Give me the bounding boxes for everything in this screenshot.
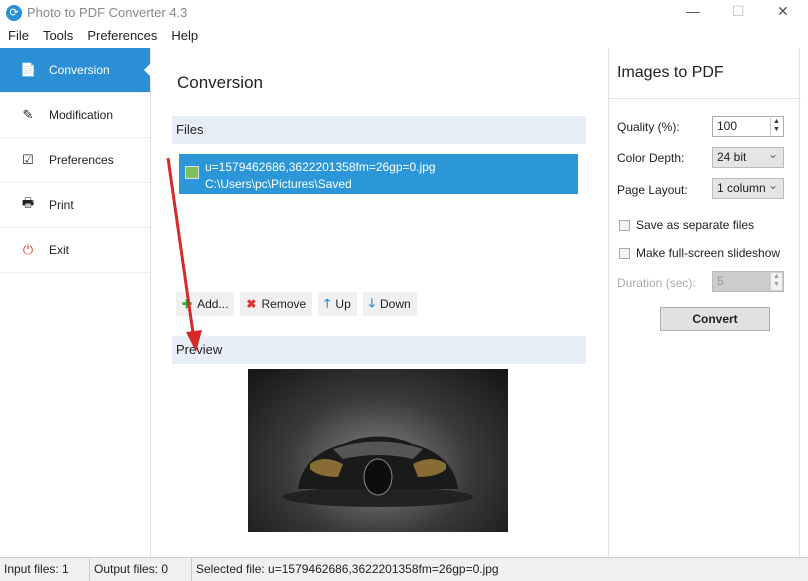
arrow-down-icon: 🡓 <box>369 294 375 315</box>
remove-button[interactable]: ✖ Remove <box>240 292 312 316</box>
title-bar: ⟳ Photo to PDF Converter 4.3 — ☐ ✕ <box>0 0 808 26</box>
app-logo-icon: ⟳ <box>6 5 22 21</box>
menu-preferences[interactable]: Preferences <box>87 26 157 48</box>
checkbox-icon <box>619 248 630 259</box>
spin-arrows-icon[interactable]: ▲▼ <box>770 273 782 290</box>
conversion-panel: Conversion Files u=1579462686,3622201358… <box>152 48 600 557</box>
add-button[interactable]: ✚ Add... <box>176 292 234 316</box>
output-files-count: Output files: 0 <box>90 558 192 581</box>
document-icon: 📄 <box>20 62 36 78</box>
file-name: u=1579462686,3622201358fm=26gp=0.jpg <box>205 160 436 174</box>
up-button[interactable]: 🡑 Up <box>318 292 357 316</box>
status-bar: Input files: 1 Output files: 0 Selected … <box>0 557 808 581</box>
image-thumbnail-icon <box>185 166 199 179</box>
input-files-count: Input files: 1 <box>0 558 90 581</box>
duration-label: Duration (sec): <box>617 276 696 290</box>
car-image <box>248 369 508 532</box>
file-toolbar: ✚ Add... ✖ Remove 🡑 Up 🡓 Down <box>176 292 417 316</box>
preview-header: Preview <box>172 336 586 364</box>
save-separate-label: Save as separate files <box>636 218 754 232</box>
divider <box>609 98 801 99</box>
color-depth-label: Color Depth: <box>617 151 684 165</box>
remove-icon: ✖ <box>246 297 256 311</box>
sidebar-item-exit[interactable]: ⏻ Exit <box>0 228 150 273</box>
convert-button[interactable]: Convert <box>660 307 770 331</box>
power-icon: ⏻ <box>20 242 36 258</box>
slideshow-label: Make full-screen slideshow <box>636 246 780 260</box>
spin-arrows-icon[interactable]: ▲▼ <box>770 118 782 135</box>
close-button[interactable]: ✕ <box>777 3 789 20</box>
sidebar-item-label: Print <box>49 198 74 212</box>
checkbox-icon <box>619 220 630 231</box>
sidebar-item-label: Exit <box>49 243 69 257</box>
files-header: Files <box>172 116 586 144</box>
file-list-item[interactable]: u=1579462686,3622201358fm=26gp=0.jpg C:\… <box>179 154 578 194</box>
sidebar-item-modification[interactable]: ✎ Modification <box>0 93 150 138</box>
page-layout-select[interactable]: 1 column <box>712 178 784 199</box>
menu-bar: File Tools Preferences Help <box>0 26 808 48</box>
selected-file: Selected file: u=1579462686,3622201358fm… <box>192 558 503 581</box>
save-separate-checkbox[interactable]: Save as separate files <box>619 218 754 232</box>
sidebar-item-print[interactable]: 🖶 Print <box>0 183 150 228</box>
options-panel: Images to PDF Quality (%): 100 ▲▼ Color D… <box>608 48 800 557</box>
checklist-icon: ☑ <box>20 152 36 168</box>
preview-image <box>248 369 508 532</box>
sidebar-item-preferences[interactable]: ☑ Preferences <box>0 138 150 183</box>
remove-label: Remove <box>261 297 306 311</box>
panel-title: Images to PDF <box>617 64 724 82</box>
quality-value: 100 <box>717 119 737 133</box>
up-label: Up <box>335 297 350 311</box>
sidebar-item-conversion[interactable]: 📄 Conversion <box>0 48 150 93</box>
quality-label: Quality (%): <box>617 120 680 134</box>
duration-stepper[interactable]: 5 ▲▼ <box>712 271 784 292</box>
color-depth-select[interactable]: 24 bit <box>712 147 784 168</box>
plus-icon: ✚ <box>182 297 192 311</box>
window-title: Photo to PDF Converter 4.3 <box>27 5 187 20</box>
add-label: Add... <box>197 297 228 311</box>
menu-help[interactable]: Help <box>171 26 198 48</box>
down-label: Down <box>380 297 411 311</box>
sidebar-item-label: Preferences <box>49 153 114 167</box>
printer-icon: 🖶 <box>20 194 36 216</box>
menu-file[interactable]: File <box>8 26 29 48</box>
maximize-button[interactable]: ☐ <box>732 3 745 20</box>
duration-value: 5 <box>717 274 724 288</box>
sidebar-item-label: Modification <box>49 108 113 122</box>
quality-stepper[interactable]: 100 ▲▼ <box>712 116 784 137</box>
sidebar: 📄 Conversion ✎ Modification ☑ Preferences 🖶… <box>0 48 151 557</box>
edit-icon: ✎ <box>20 107 36 123</box>
slideshow-checkbox[interactable]: Make full-screen slideshow <box>619 246 780 260</box>
page-title: Conversion <box>177 73 263 93</box>
page-layout-label: Page Layout: <box>617 183 688 197</box>
sidebar-item-label: Conversion <box>49 63 110 77</box>
menu-tools[interactable]: Tools <box>43 26 73 48</box>
file-path: C:\Users\pc\Pictures\Saved <box>205 177 352 191</box>
arrow-up-icon: 🡑 <box>324 294 330 315</box>
minimize-button[interactable]: — <box>686 3 700 19</box>
down-button[interactable]: 🡓 Down <box>363 292 417 316</box>
